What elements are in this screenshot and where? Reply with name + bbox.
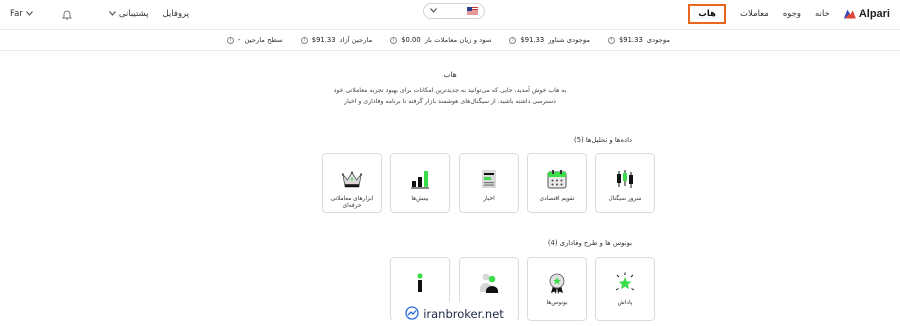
hub-page: Far پشتیبانی پروفایل Alpari خانه وجوه مع… bbox=[0, 0, 900, 326]
card-label: بینش‌ها bbox=[411, 196, 429, 202]
balance-value: $91.33 bbox=[618, 36, 643, 44]
section-title-analysis: داده‌ها و تحلیل‌ها (5) bbox=[574, 136, 632, 144]
card-news[interactable]: اخبار bbox=[459, 153, 519, 213]
card-label: ابزارهای معاملاتی حرفه‌ای bbox=[330, 196, 374, 209]
equity-label: موجودی شناور bbox=[548, 36, 590, 44]
open-pnl-item: سود و زیان معاملات باز $0.00 i bbox=[390, 36, 491, 44]
info-icon[interactable]: i bbox=[607, 36, 615, 44]
margin-level-label: سطح مارجین bbox=[244, 36, 283, 44]
watermark: iranbroker.net bbox=[392, 302, 517, 326]
account-summary-bar: موجودی $91.33 i موجودی شناور $91.33 i سو… bbox=[0, 29, 900, 51]
info-icon[interactable]: i bbox=[227, 36, 235, 44]
medal-icon bbox=[546, 272, 568, 294]
nav-right: Alpari خانه وجوه معاملات هاب bbox=[688, 4, 890, 24]
card-insights[interactable]: بینش‌ها bbox=[390, 153, 450, 213]
crown-icon bbox=[341, 168, 363, 190]
news-icon bbox=[478, 168, 500, 190]
trend-logo-icon bbox=[405, 305, 419, 323]
chevron-down-icon bbox=[108, 9, 116, 19]
candlestick-icon bbox=[614, 168, 636, 190]
card-label: بونوس‌ها bbox=[546, 300, 568, 306]
card-reward[interactable]: پاداش bbox=[595, 257, 655, 321]
info-icon[interactable]: i bbox=[390, 36, 398, 44]
people-icon bbox=[478, 272, 500, 294]
support-label: پشتیبانی bbox=[118, 9, 149, 19]
equity-item: موجودی شناور $91.33 i bbox=[509, 36, 590, 44]
free-margin-label: مارجین آزاد bbox=[339, 36, 373, 44]
account-selector[interactable] bbox=[423, 3, 485, 19]
card-bonuses[interactable]: بونوس‌ها bbox=[527, 257, 587, 321]
card-pro-trading-tools[interactable]: ابزارهای معاملاتی حرفه‌ای bbox=[322, 153, 382, 213]
chevron-down-icon bbox=[430, 7, 437, 15]
info-icon[interactable]: i bbox=[300, 36, 308, 44]
nav-left: Far پشتیبانی پروفایل bbox=[10, 8, 189, 20]
hub-description-line: به هاب خوش آمدید، جایی که می‌توانید به ج… bbox=[333, 87, 567, 94]
card-label: اخبار bbox=[483, 196, 495, 202]
card-economic-calendar[interactable]: تقویم اقتصادی bbox=[527, 153, 587, 213]
language-selector[interactable]: Far bbox=[10, 9, 33, 19]
us-flag-icon bbox=[467, 7, 478, 15]
star-sparkle-icon bbox=[614, 272, 636, 294]
hub-description-line: دسترسی داشته باشید. از سیگنال‌های هوشمند… bbox=[344, 98, 556, 105]
tab-hub[interactable]: هاب bbox=[688, 4, 726, 24]
profile-link[interactable]: پروفایل bbox=[163, 9, 190, 19]
free-margin-item: مارجین آزاد $91.33 i bbox=[300, 36, 373, 44]
page-title: هاب bbox=[443, 70, 457, 79]
balance-item: موجودی $91.33 i bbox=[607, 36, 670, 44]
section-title-bonus: بونوس ها و طرح وفاداری (4) bbox=[547, 239, 632, 247]
logo-text: Alpari bbox=[858, 8, 890, 20]
open-pnl-value: $0.00 bbox=[401, 36, 421, 44]
balance-label: موجودی bbox=[646, 36, 670, 44]
alpari-logo[interactable]: Alpari bbox=[843, 8, 890, 20]
chevron-down-icon bbox=[25, 9, 33, 19]
alpari-logo-mark-icon bbox=[843, 9, 856, 19]
info-icon[interactable]: i bbox=[509, 36, 517, 44]
calendar-icon bbox=[546, 168, 568, 190]
card-label: پاداش bbox=[617, 300, 633, 306]
tab-trading[interactable]: معاملات bbox=[740, 9, 769, 19]
card-label: سرور سیگنال bbox=[608, 196, 642, 202]
watermark-text: iranbroker.net bbox=[423, 307, 504, 321]
language-label: Far bbox=[10, 9, 23, 19]
open-pnl-label: سود و زیان معاملات باز bbox=[424, 36, 492, 44]
tab-home[interactable]: خانه bbox=[815, 9, 830, 19]
equity-value: $91.33 bbox=[520, 36, 545, 44]
tab-funds[interactable]: وجوه bbox=[783, 9, 801, 19]
top-navigation: Far پشتیبانی پروفایل Alpari خانه وجوه مع… bbox=[0, 0, 900, 28]
margin-level-value: - bbox=[238, 36, 241, 44]
bell-icon[interactable] bbox=[61, 8, 73, 20]
margin-level-item: سطح مارجین - i bbox=[227, 36, 283, 44]
bar-chart-icon bbox=[409, 168, 431, 190]
support-menu[interactable]: پشتیبانی bbox=[108, 9, 149, 19]
hub-description: به هاب خوش آمدید، جایی که می‌توانید به ج… bbox=[300, 85, 600, 107]
info-figure-icon bbox=[409, 272, 431, 294]
card-label: تقویم اقتصادی bbox=[539, 196, 575, 202]
card-signal-server[interactable]: سرور سیگنال bbox=[595, 153, 655, 213]
free-margin-value: $91.33 bbox=[311, 36, 336, 44]
